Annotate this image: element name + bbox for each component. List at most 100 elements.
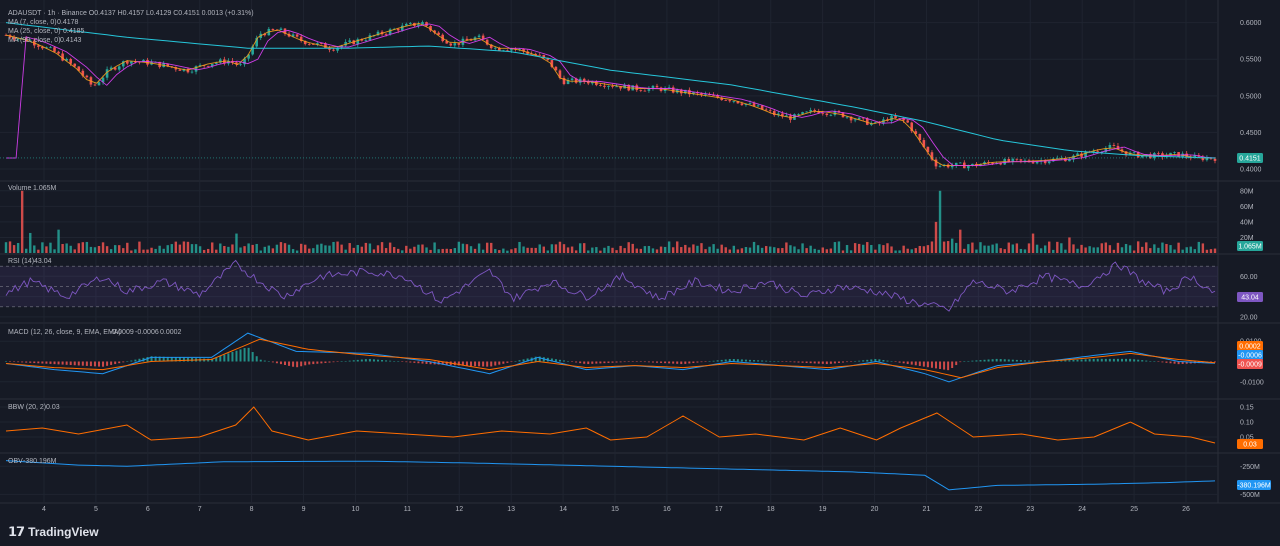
volume-bar [295, 250, 299, 253]
macd-histogram-bar [514, 361, 517, 362]
volume-bar [57, 229, 60, 253]
volume-bar [987, 245, 990, 253]
macd-histogram-bar [1080, 359, 1083, 362]
volume-tag: 1.065M [1238, 244, 1262, 251]
volume-bar [631, 243, 634, 253]
volume-bar [700, 243, 703, 253]
volume-bar [817, 249, 820, 253]
macd-histogram-bar [882, 360, 885, 362]
volume-bar [922, 246, 926, 253]
macd-histogram-bar [797, 361, 800, 363]
macd-histogram-bar [595, 361, 598, 364]
volume-bar [773, 247, 776, 253]
volume-bar [49, 242, 52, 253]
candle-body [1096, 151, 1100, 153]
macd-histogram-bar [643, 361, 646, 363]
candle-body [603, 85, 606, 87]
candle-body [805, 111, 808, 113]
volume-tick-label: 20M [1240, 235, 1254, 242]
volume-bar [724, 247, 727, 253]
volume-bar [651, 248, 655, 253]
volume-bar [81, 242, 85, 253]
volume-bar [1209, 249, 1213, 253]
macd-histogram-bar [1100, 358, 1103, 362]
x-tick-label: 4 [42, 506, 46, 513]
candle-body [1177, 152, 1180, 157]
macd-histogram-bar [474, 361, 477, 367]
macd-histogram-bar [898, 361, 901, 363]
macd-histogram-bar [93, 361, 96, 367]
macd-histogram-bar [122, 361, 125, 363]
volume-bar [1136, 241, 1140, 253]
volume-bar [955, 242, 958, 253]
volume-bar [1153, 244, 1156, 253]
volume-bar [946, 241, 950, 253]
macd-histogram-bar [381, 360, 384, 362]
macd-histogram-bar [506, 361, 509, 363]
macd-histogram-bar [1011, 359, 1014, 362]
volume-bar [514, 248, 517, 253]
volume-bar [477, 243, 481, 253]
price-tick-label: 0.4500 [1240, 130, 1262, 137]
macd-histogram-bar [781, 361, 784, 362]
bbw-tick-label: 0.10 [1240, 420, 1254, 427]
volume-bar [1015, 243, 1019, 253]
volume-bar [712, 244, 715, 253]
chart-canvas[interactable]: 4 5 6 7 8 9 10 11 12 13 14 15 16 17 18 19 20 21 22 23 24 25 26… [0, 0, 1280, 546]
macd-histogram-bar [1153, 361, 1156, 362]
macd-histogram-bar [809, 361, 812, 364]
volume-bar [473, 248, 477, 253]
volume-bar [1088, 246, 1091, 253]
macd-histogram-bar [304, 361, 307, 366]
ma99-label: MA (99, close, 0) [8, 37, 61, 44]
volume-bar [1108, 245, 1112, 253]
volume-bar [785, 242, 788, 253]
volume-bar [364, 242, 368, 253]
volume-bar [833, 242, 837, 253]
volume-bar [308, 248, 311, 253]
volume-bar [890, 246, 893, 253]
tradingview-logo[interactable]: 𝟭𝟳 TradingView [8, 524, 99, 540]
volume-bar [777, 248, 780, 253]
tradingview-icon: 𝟭𝟳 [8, 524, 25, 539]
macd-histogram-bar [935, 361, 937, 369]
macd-histogram-bar [235, 350, 238, 362]
macd-histogram-bar [49, 361, 52, 364]
macd-histogram-bar [939, 361, 942, 369]
volume-bar [235, 233, 238, 253]
volume-bar [312, 248, 315, 253]
macd-histogram-bar [999, 359, 1002, 362]
volume-bar [647, 245, 651, 253]
volume-bar [85, 241, 89, 253]
volume-bar [813, 248, 816, 253]
macd-histogram-bar [906, 361, 909, 364]
volume-bar [53, 249, 56, 253]
volume-bar [789, 245, 792, 253]
macd-histogram-bar [583, 361, 586, 364]
macd-histogram-bar [186, 357, 189, 362]
macd-histogram-bar [320, 361, 323, 364]
macd-histogram-bar [700, 361, 703, 363]
volume-bar [142, 249, 145, 253]
x-tick-label: 21 [923, 506, 931, 513]
candle-body [295, 34, 299, 37]
volume-bar [1043, 245, 1047, 253]
volume-bar [542, 246, 545, 253]
volume-bar [453, 248, 457, 253]
candle-body [364, 40, 368, 41]
volume-value: 1.065M [33, 185, 57, 192]
volume-bar [971, 242, 974, 253]
macd-value-macd: -0.0006 [135, 329, 159, 336]
macd-histogram-bar [1145, 360, 1148, 362]
macd-histogram-bar [336, 361, 339, 362]
candle-body [97, 82, 101, 86]
volume-bar [271, 248, 275, 253]
candle-body [667, 87, 671, 89]
macd-histogram-bar [1015, 359, 1018, 362]
candle-body [117, 66, 121, 70]
macd-histogram-bar [502, 361, 505, 364]
macd-histogram-bar [708, 361, 711, 362]
volume-bar [530, 247, 533, 253]
volume-bar [384, 248, 388, 253]
candle-body [477, 35, 481, 38]
